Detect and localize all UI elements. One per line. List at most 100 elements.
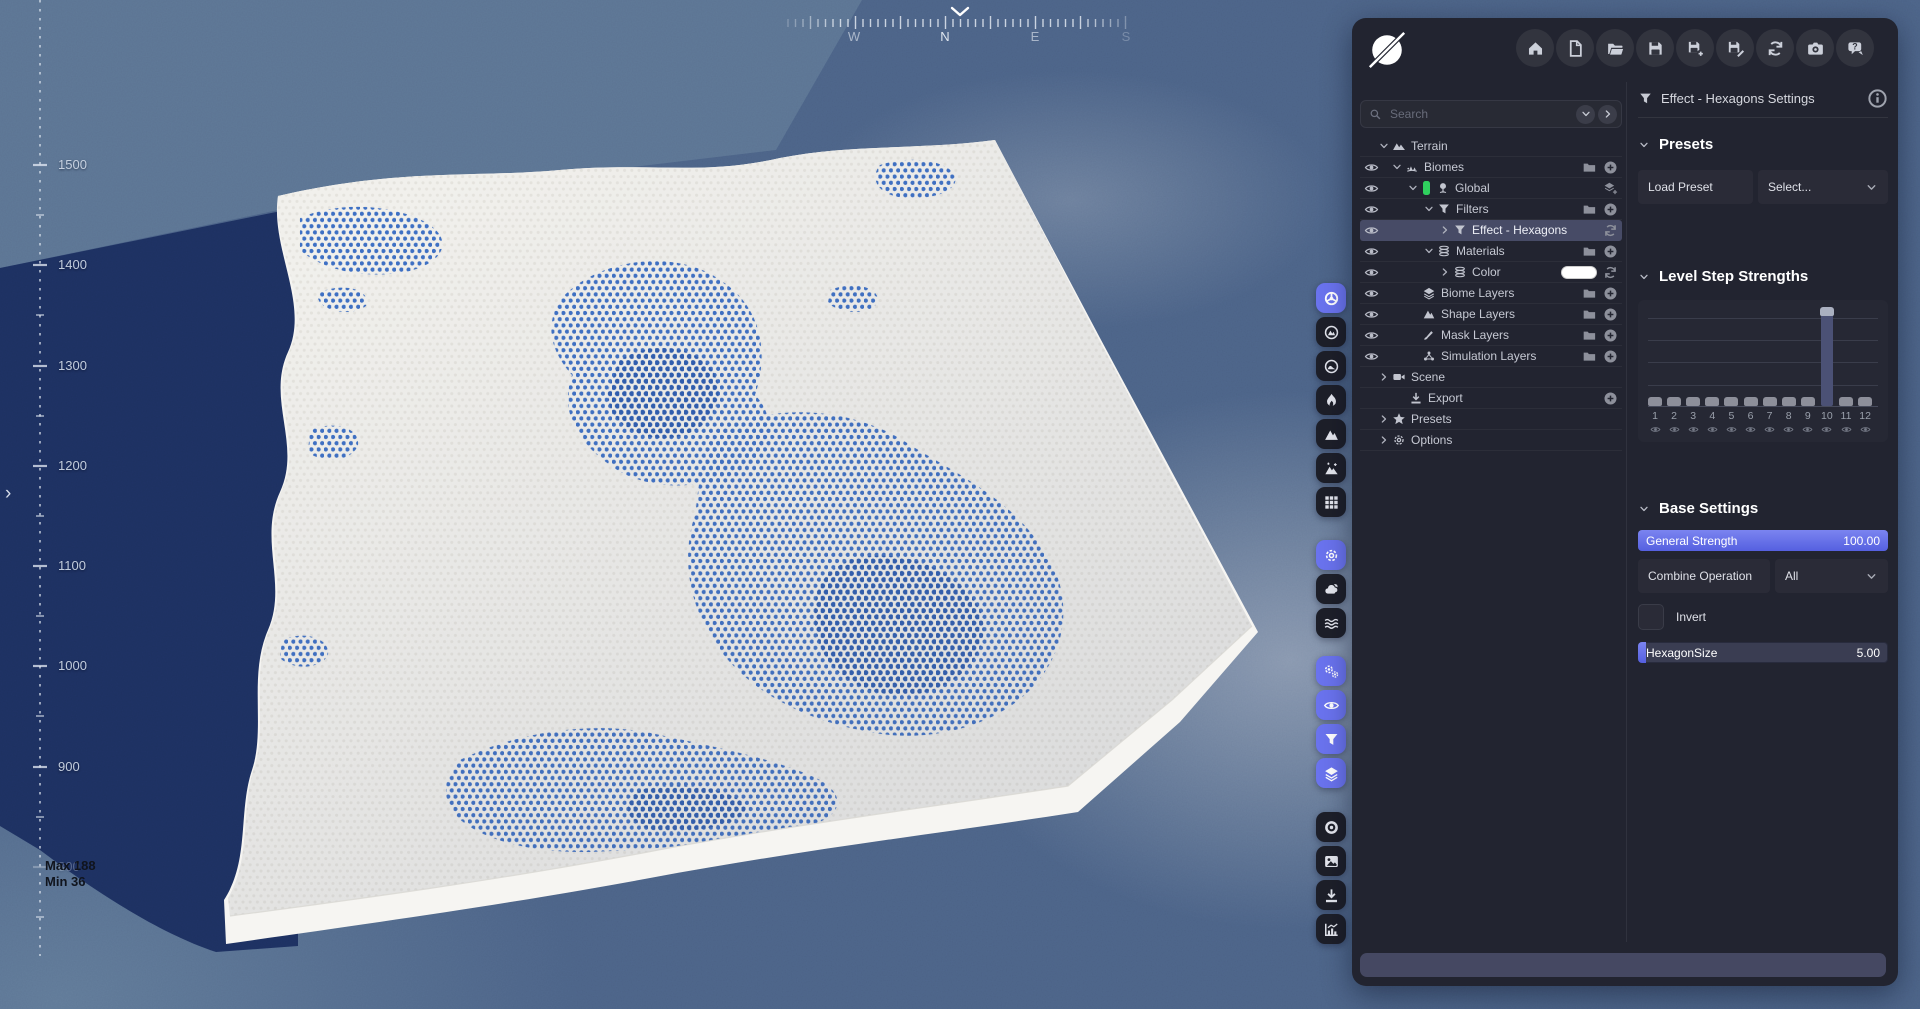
level-step-visibility-toggle[interactable] (1744, 424, 1758, 435)
level-step-visibility-toggle[interactable] (1801, 424, 1815, 435)
tree-row-simulation-layers[interactable]: Simulation Layers (1360, 346, 1622, 367)
chart-tool-button[interactable] (1316, 914, 1346, 944)
search-input[interactable] (1388, 106, 1573, 122)
preset-select-dropdown[interactable]: Select... (1758, 170, 1888, 204)
folder-button[interactable] (1582, 202, 1597, 217)
combine-operation-dropdown[interactable]: All (1775, 559, 1888, 593)
level-step-visibility-toggle[interactable] (1782, 424, 1796, 435)
level-step-handle[interactable] (1763, 397, 1777, 406)
funnel-tool-button[interactable] (1316, 724, 1346, 754)
mountain-spark-tool-button[interactable] (1316, 453, 1346, 483)
level-step-bar[interactable] (1821, 314, 1833, 406)
save-edit-button[interactable] (1716, 29, 1754, 67)
tree-row-effect-hexagons[interactable]: Effect - Hexagons (1360, 220, 1622, 241)
tree-row-options[interactable]: Options (1360, 430, 1622, 451)
plus-button[interactable] (1603, 328, 1618, 343)
visibility-toggle[interactable] (1364, 307, 1382, 322)
expand-toggle[interactable] (1439, 266, 1451, 278)
gear-tool-button[interactable] (1316, 540, 1346, 570)
home-button[interactable] (1516, 29, 1554, 67)
level-step-handle[interactable] (1667, 397, 1681, 406)
level-step-section-header[interactable]: Level Step Strengths (1638, 268, 1808, 285)
folder-button[interactable] (1582, 328, 1597, 343)
plus-button[interactable] (1603, 349, 1618, 364)
level-step-handle[interactable] (1839, 397, 1853, 406)
visibility-toggle[interactable] (1364, 181, 1382, 196)
level-step-visibility-toggle[interactable] (1667, 424, 1681, 435)
gears-tool-button[interactable] (1316, 656, 1346, 686)
visibility-toggle[interactable] (1364, 286, 1382, 301)
visibility-toggle[interactable] (1364, 160, 1382, 175)
level-step-handle[interactable] (1724, 397, 1738, 406)
cloud-tool-button[interactable] (1316, 574, 1346, 604)
record-tool-button[interactable] (1316, 812, 1346, 842)
expand-toggle[interactable] (1378, 434, 1390, 446)
level-step-visibility-toggle[interactable] (1648, 424, 1662, 435)
tree-row-biome-layers[interactable]: Biome Layers (1360, 283, 1622, 304)
expand-toggle[interactable] (1407, 182, 1419, 194)
visibility-toggle[interactable] (1364, 265, 1382, 280)
presets-section-header[interactable]: Presets (1638, 136, 1713, 153)
hexagon-size-slider[interactable]: HexagonSize 5.00 (1638, 642, 1888, 663)
visibility-toggle[interactable] (1364, 202, 1382, 217)
level-step-handle[interactable] (1782, 397, 1796, 406)
tree-row-filters[interactable]: Filters (1360, 199, 1622, 220)
level-step-handle[interactable] (1648, 397, 1662, 406)
waves-tool-button[interactable] (1316, 608, 1346, 638)
tree-row-materials[interactable]: Materials (1360, 241, 1622, 262)
eye-tool-button[interactable] (1316, 690, 1346, 720)
plus-button[interactable] (1603, 244, 1618, 259)
level-step-visibility-toggle[interactable] (1839, 424, 1853, 435)
refresh-button[interactable] (1603, 223, 1618, 238)
help-button[interactable]: ? (1836, 29, 1874, 67)
tree-row-global[interactable]: Global (1360, 178, 1622, 199)
level-step-handle[interactable] (1858, 397, 1872, 406)
tree-row-presets[interactable]: Presets (1360, 409, 1622, 430)
expand-toggle[interactable] (1378, 371, 1390, 383)
wheel-tool-button[interactable] (1316, 283, 1346, 313)
plus-button[interactable] (1603, 307, 1618, 322)
expand-button[interactable] (1598, 105, 1617, 124)
folder-button[interactable] (1582, 160, 1597, 175)
tree-row-export[interactable]: Export (1360, 388, 1622, 409)
level-step-visibility-toggle[interactable] (1858, 424, 1872, 435)
image-tool-button[interactable] (1316, 846, 1346, 876)
info-button[interactable] (1867, 88, 1888, 109)
layers-tool-button[interactable] (1316, 758, 1346, 788)
level-step-visibility-toggle[interactable] (1820, 424, 1834, 435)
level-step-visibility-toggle[interactable] (1763, 424, 1777, 435)
plus-button[interactable] (1603, 391, 1618, 406)
download-tool-button[interactable] (1316, 880, 1346, 910)
plus-button[interactable] (1603, 160, 1618, 175)
tree-row-biomes[interactable]: Biomes (1360, 157, 1622, 178)
grid-tool-button[interactable] (1316, 487, 1346, 517)
expand-toggle[interactable] (1378, 413, 1390, 425)
refresh-button[interactable] (1603, 265, 1618, 280)
plus-button[interactable] (1603, 286, 1618, 301)
base-settings-section-header[interactable]: Base Settings (1638, 500, 1758, 517)
left-panel-expander[interactable]: › (5, 483, 11, 505)
level-step-handle[interactable] (1705, 397, 1719, 406)
visibility-toggle[interactable] (1364, 244, 1382, 259)
tree-row-shape-layers[interactable]: Shape Layers (1360, 304, 1622, 325)
collapse-all-button[interactable] (1576, 105, 1595, 124)
visibility-toggle[interactable] (1364, 349, 1382, 364)
folder-button[interactable] (1582, 244, 1597, 259)
tree-row-terrain[interactable]: Terrain (1360, 136, 1622, 157)
level-step-handle[interactable] (1820, 307, 1834, 316)
folder-open-button[interactable] (1596, 29, 1634, 67)
invert-checkbox[interactable] (1638, 604, 1664, 630)
expand-toggle[interactable] (1423, 245, 1435, 257)
mountain-tool-button[interactable] (1316, 419, 1346, 449)
save-plus-button[interactable] (1676, 29, 1714, 67)
save-button[interactable] (1636, 29, 1674, 67)
general-strength-slider[interactable]: General Strength 100.00 (1638, 530, 1888, 551)
level-step-strengths-chart[interactable]: 123456789101112 (1638, 300, 1888, 442)
expand-toggle[interactable] (1423, 203, 1435, 215)
camera-button[interactable] (1796, 29, 1834, 67)
folder-button[interactable] (1582, 307, 1597, 322)
level-step-visibility-toggle[interactable] (1724, 424, 1738, 435)
folder-button[interactable] (1582, 349, 1597, 364)
layers-plus-button[interactable] (1603, 181, 1618, 196)
tree-row-scene[interactable]: Scene (1360, 367, 1622, 388)
